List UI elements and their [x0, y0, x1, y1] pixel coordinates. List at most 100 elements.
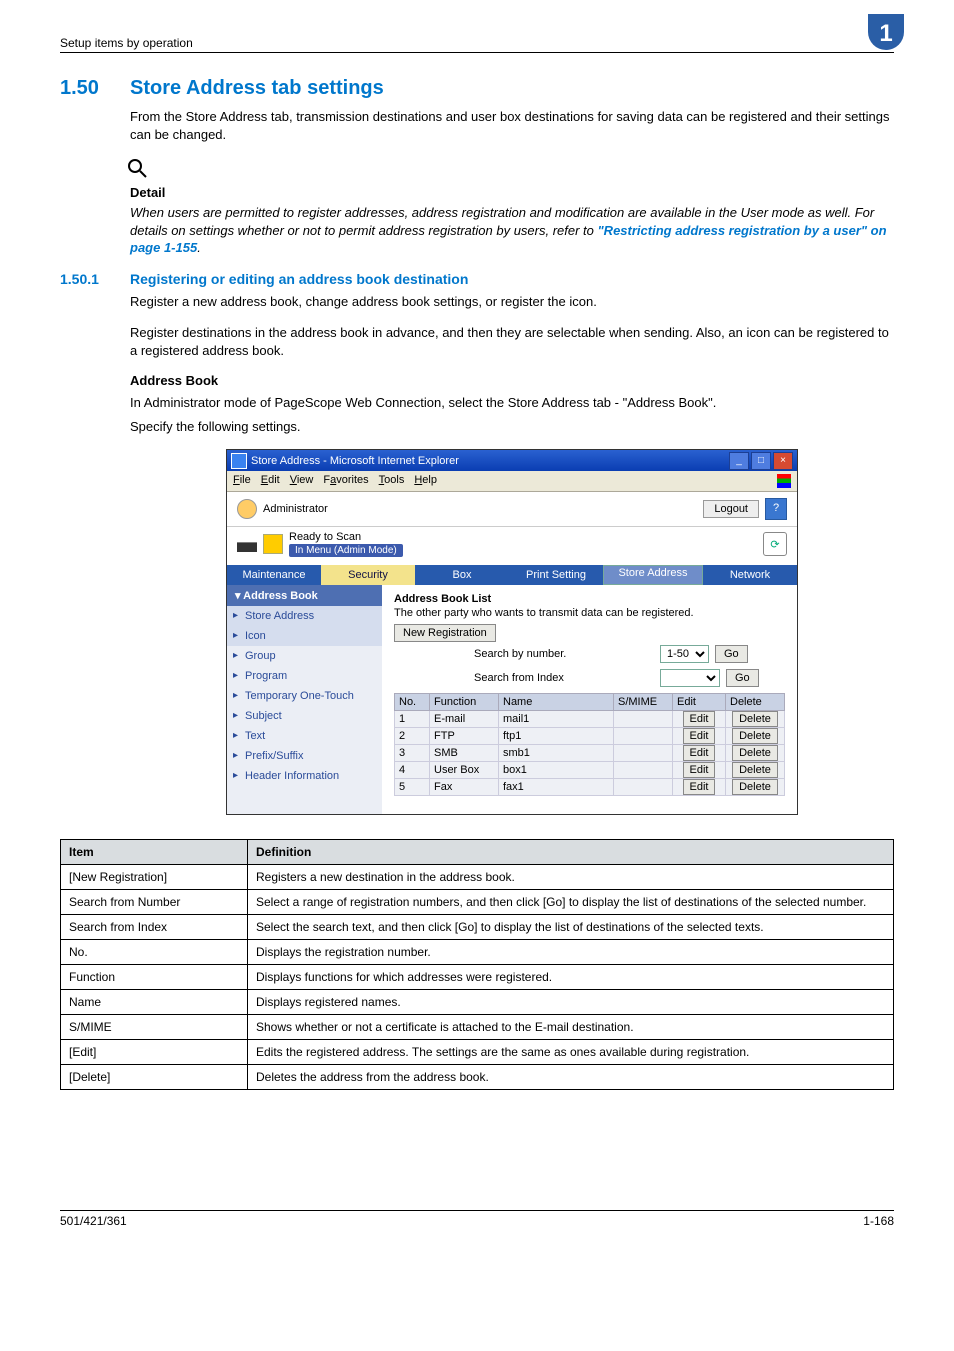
subsection-p4: Specify the following settings.	[130, 418, 894, 436]
menu-tools[interactable]: Tools	[379, 474, 405, 488]
magnifier-icon	[126, 157, 894, 183]
search-by-number-label: Search by number.	[394, 648, 654, 660]
def-item: [Edit]	[61, 1039, 248, 1064]
col-function: Function	[430, 693, 499, 710]
footer-right: 1-168	[863, 1214, 894, 1228]
delete-button[interactable]: Delete	[732, 762, 778, 778]
close-button[interactable]: ×	[773, 452, 793, 470]
printer-icon	[237, 536, 257, 552]
detail-label: Detail	[130, 185, 894, 200]
menu-favorites[interactable]: Favorites	[323, 474, 368, 488]
def-head-definition: Definition	[248, 839, 894, 864]
edit-button[interactable]: Edit	[683, 779, 716, 795]
table-row: 2FTPftp1EditDelete	[395, 727, 785, 744]
tab-store-address[interactable]: Store Address	[603, 565, 703, 585]
def-text: Shows whether or not a certificate is at…	[248, 1014, 894, 1039]
definition-table: Item Definition [New Registration]Regist…	[60, 839, 894, 1090]
sidebar-item-prefix-suffix[interactable]: Prefix/Suffix	[227, 746, 382, 766]
search-by-number-select[interactable]: 1-50	[660, 645, 709, 663]
help-icon[interactable]: ?	[765, 498, 787, 520]
maximize-button[interactable]: □	[751, 452, 771, 470]
browser-menubar: File Edit View Favorites Tools Help	[227, 471, 797, 492]
def-item: [Delete]	[61, 1064, 248, 1089]
subsection-title: Registering or editing an address book d…	[130, 271, 468, 287]
col-name: Name	[499, 693, 614, 710]
col-no: No.	[395, 693, 430, 710]
edit-button[interactable]: Edit	[683, 745, 716, 761]
delete-button[interactable]: Delete	[732, 779, 778, 795]
running-header: Setup items by operation	[60, 36, 193, 50]
tab-security[interactable]: Security	[321, 565, 415, 585]
footer-left: 501/421/361	[60, 1214, 127, 1228]
logout-button[interactable]: Logout	[703, 500, 759, 518]
sidebar-item-text[interactable]: Text	[227, 726, 382, 746]
tab-print-setting[interactable]: Print Setting	[509, 565, 603, 585]
sidebar-head: ▾ Address Book	[227, 585, 382, 606]
def-text: Deletes the address from the address boo…	[248, 1064, 894, 1089]
sidebar: ▾ Address Book Store Address Icon Group …	[227, 585, 382, 814]
def-item: Search from Index	[61, 914, 248, 939]
col-delete: Delete	[726, 693, 785, 710]
tab-box[interactable]: Box	[415, 565, 509, 585]
pane-subtext: The other party who wants to transmit da…	[394, 607, 785, 619]
detail-text-after: .	[197, 240, 201, 255]
tab-maintenance[interactable]: Maintenance	[227, 565, 321, 585]
tab-network[interactable]: Network	[703, 565, 797, 585]
subsection-p3: In Administrator mode of PageScope Web C…	[130, 394, 894, 412]
table-row: 1E-mailmail1EditDelete	[395, 710, 785, 727]
edit-button[interactable]: Edit	[683, 728, 716, 744]
def-item: Name	[61, 989, 248, 1014]
edit-button[interactable]: Edit	[683, 711, 716, 727]
def-text: Displays registered names.	[248, 989, 894, 1014]
subsection-p2: Register destinations in the address boo…	[130, 324, 894, 359]
def-item: Function	[61, 964, 248, 989]
def-item: [New Registration]	[61, 864, 248, 889]
new-registration-button[interactable]: New Registration	[394, 624, 496, 642]
def-item: S/MIME	[61, 1014, 248, 1039]
menu-help[interactable]: Help	[414, 474, 437, 488]
section-number: 1.50	[60, 77, 130, 100]
toner-icon	[263, 534, 283, 554]
sidebar-item-program[interactable]: Program	[227, 666, 382, 686]
detail-body: When users are permitted to register add…	[130, 204, 894, 257]
status-menu: In Menu (Admin Mode)	[289, 544, 403, 557]
delete-button[interactable]: Delete	[732, 711, 778, 727]
subsection-p1: Register a new address book, change addr…	[130, 293, 894, 311]
sidebar-item-icon[interactable]: Icon	[227, 626, 382, 646]
def-text: Edits the registered address. The settin…	[248, 1039, 894, 1064]
def-item: No.	[61, 939, 248, 964]
minimize-button[interactable]: _	[729, 452, 749, 470]
table-row: 3SMBsmb1EditDelete	[395, 744, 785, 761]
table-row: 5Faxfax1EditDelete	[395, 778, 785, 795]
sidebar-item-subject[interactable]: Subject	[227, 706, 382, 726]
sidebar-item-temporary[interactable]: Temporary One-Touch	[227, 686, 382, 706]
address-table: No. Function Name S/MIME Edit Delete 1E-…	[394, 693, 785, 796]
def-item: Search from Number	[61, 889, 248, 914]
search-from-index-go[interactable]: Go	[726, 669, 759, 687]
menu-file[interactable]: File	[233, 474, 251, 488]
sidebar-item-store-address[interactable]: Store Address	[227, 606, 382, 626]
window-titlebar: Store Address - Microsoft Internet Explo…	[227, 450, 797, 471]
search-from-index-select[interactable]	[660, 669, 720, 687]
edit-button[interactable]: Edit	[683, 762, 716, 778]
delete-button[interactable]: Delete	[732, 728, 778, 744]
menu-view[interactable]: View	[290, 474, 314, 488]
menu-edit[interactable]: Edit	[261, 474, 280, 488]
subsection-number: 1.50.1	[60, 271, 130, 287]
window-title: Store Address - Microsoft Internet Explo…	[251, 455, 459, 467]
refresh-icon[interactable]: ⟳	[763, 532, 787, 556]
search-from-index-label: Search from Index	[394, 672, 654, 684]
search-by-number-go[interactable]: Go	[715, 645, 748, 663]
sidebar-item-group[interactable]: Group	[227, 646, 382, 666]
main-tabs: Maintenance Security Box Print Setting S…	[227, 565, 797, 585]
section-title: Store Address tab settings	[130, 77, 384, 100]
admin-label: Administrator	[263, 503, 328, 515]
delete-button[interactable]: Delete	[732, 745, 778, 761]
def-text: Displays functions for which addresses w…	[248, 964, 894, 989]
sidebar-head-label: Address Book	[243, 590, 318, 602]
def-text: Displays the registration number.	[248, 939, 894, 964]
def-head-item: Item	[61, 839, 248, 864]
sidebar-item-header-info[interactable]: Header Information	[227, 766, 382, 786]
address-book-heading: Address Book	[130, 373, 894, 388]
chapter-badge: 1	[868, 14, 904, 50]
